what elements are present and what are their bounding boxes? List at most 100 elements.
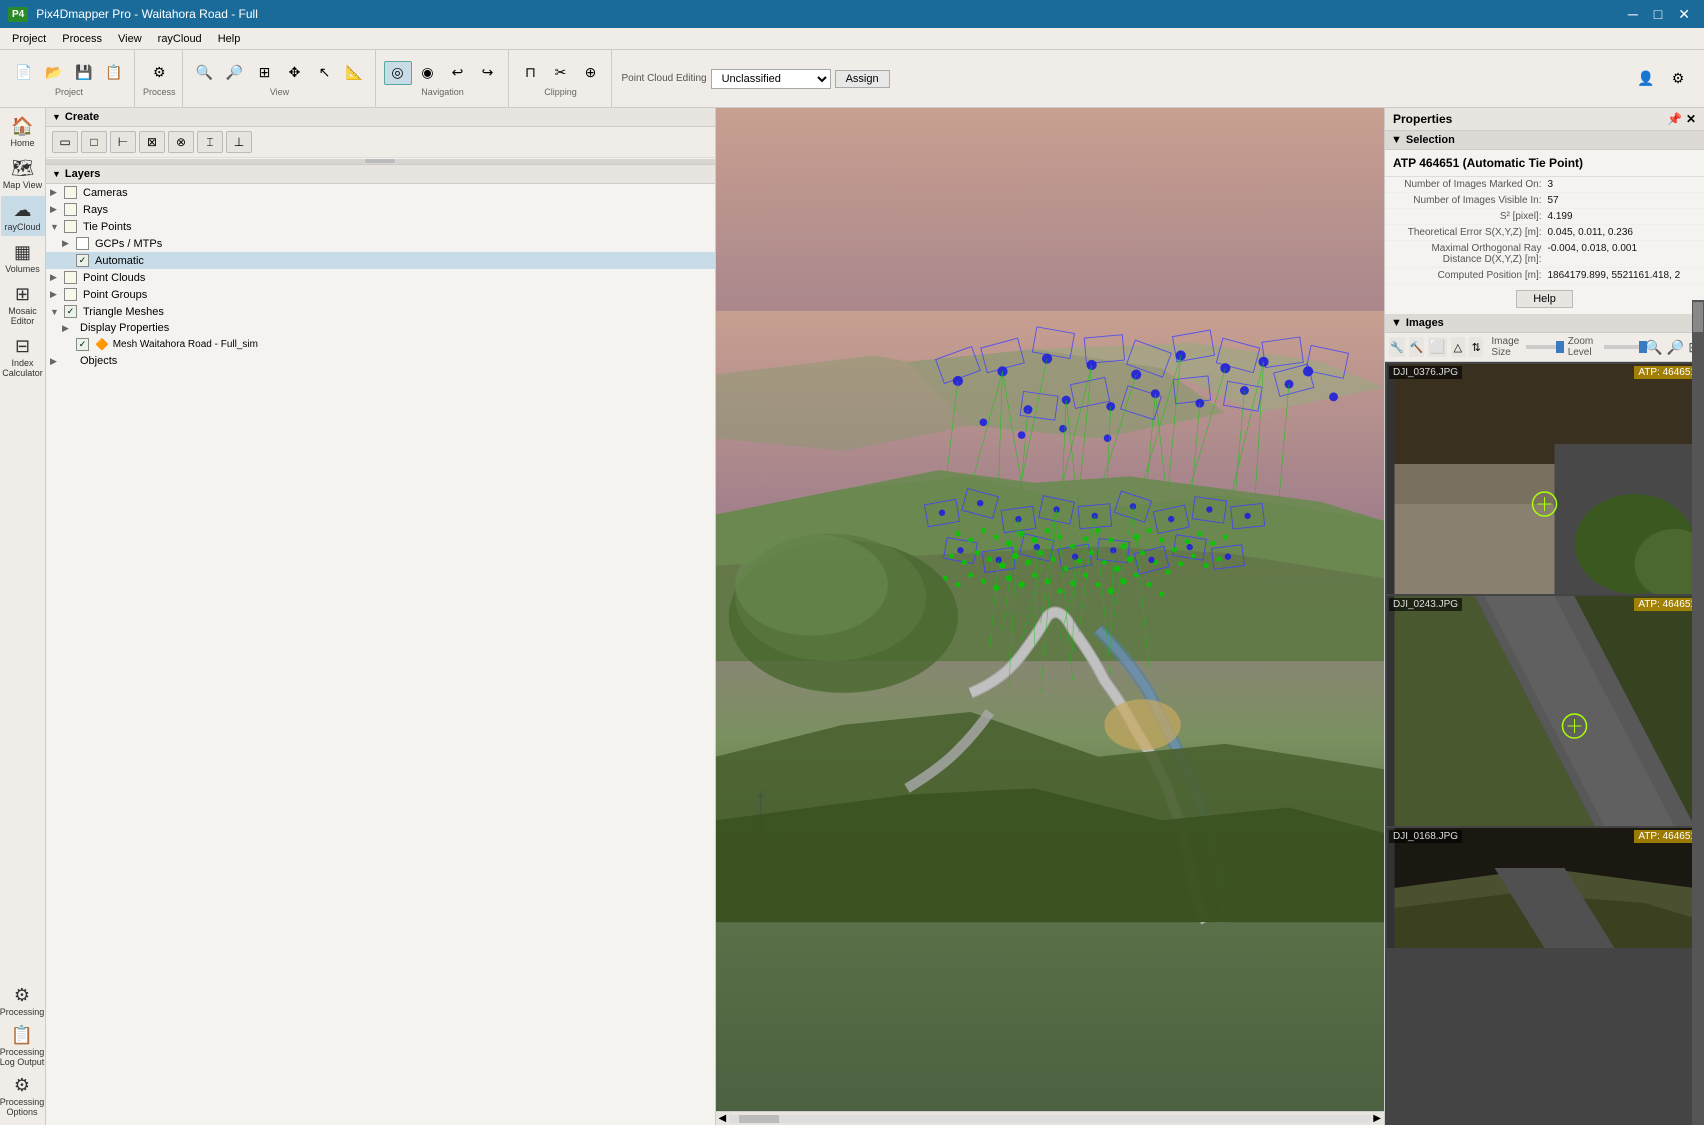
- process-button[interactable]: ⚙: [145, 61, 173, 85]
- classification-dropdown[interactable]: Unclassified Ground Building Vegetation …: [711, 69, 831, 89]
- help-button[interactable]: Help: [1516, 290, 1573, 308]
- menu-process[interactable]: Process: [54, 31, 110, 47]
- assign-button[interactable]: Assign: [835, 70, 890, 88]
- select-button[interactable]: ↖: [311, 61, 339, 85]
- menu-view[interactable]: View: [110, 31, 150, 47]
- gcps-expand[interactable]: ▶: [62, 238, 74, 249]
- layer-tie-points[interactable]: ▼ Tie Points: [46, 218, 715, 235]
- scroll-left-btn[interactable]: ◀: [716, 1113, 730, 1124]
- nav1-button[interactable]: ◎: [384, 61, 412, 85]
- clip3-button[interactable]: ⊕: [577, 61, 605, 85]
- nav4-button[interactable]: ↪: [474, 61, 502, 85]
- rays-checkbox[interactable]: [64, 203, 77, 216]
- triangle-meshes-checkbox[interactable]: ✓: [64, 305, 77, 318]
- layer-display-properties[interactable]: ▶ Display Properties: [46, 320, 715, 336]
- layer-triangle-meshes[interactable]: ▼ ✓ Triangle Meshes: [46, 303, 715, 320]
- zoom-in-img-btn[interactable]: 🔍: [1645, 339, 1662, 356]
- settings-icon-button[interactable]: ⚙: [1664, 67, 1692, 91]
- zoom-level-slider[interactable]: [1604, 345, 1641, 349]
- create-btn-7[interactable]: ⊥: [226, 131, 252, 153]
- create-btn-5[interactable]: ⊗: [168, 131, 194, 153]
- close-btn[interactable]: ✕: [1672, 6, 1696, 23]
- img-tool-5[interactable]: ⇅: [1469, 337, 1483, 357]
- sidebar-item-mapview[interactable]: 🗺 Map View: [1, 154, 45, 194]
- clip2-button[interactable]: ✂: [547, 61, 575, 85]
- image-size-slider[interactable]: [1526, 345, 1563, 349]
- img-tool-1[interactable]: 🔧: [1389, 337, 1405, 357]
- objects-expand[interactable]: ▶: [50, 356, 62, 367]
- layer-objects[interactable]: ▶ Objects: [46, 353, 715, 369]
- point-clouds-checkbox[interactable]: [64, 271, 77, 284]
- zoom-in-button[interactable]: 🔍: [191, 61, 219, 85]
- image-thumbnail-3[interactable]: DJI_0168.JPG ATP: 464651: [1387, 828, 1702, 948]
- create-btn-6[interactable]: ⌶: [197, 131, 223, 153]
- point-groups-checkbox[interactable]: [64, 288, 77, 301]
- maximize-btn[interactable]: □: [1648, 6, 1668, 23]
- open-button[interactable]: 📂: [40, 61, 68, 85]
- viewport-3d[interactable]: Z X Y ◀ ▶: [716, 108, 1385, 1125]
- layer-point-clouds[interactable]: ▶ Point Clouds: [46, 269, 715, 286]
- sidebar-item-home[interactable]: 🏠 Home: [1, 112, 45, 152]
- image-thumbnail-1[interactable]: DJI_0376.JPG ATP: 464651: [1387, 364, 1702, 594]
- automatic-checkbox[interactable]: ✓: [76, 254, 89, 267]
- point-clouds-expand[interactable]: ▶: [50, 272, 62, 283]
- image-thumbnail-2[interactable]: DJI_0243.JPG ATP: 464651: [1387, 596, 1702, 826]
- measure-button[interactable]: 📐: [341, 61, 369, 85]
- create-btn-2[interactable]: □: [81, 131, 107, 153]
- zoom-out-img-btn[interactable]: 🔎: [1667, 339, 1684, 356]
- image-size-thumb[interactable]: [1556, 341, 1564, 353]
- nav2-button[interactable]: ◉: [414, 61, 442, 85]
- create-btn-4[interactable]: ⊠: [139, 131, 165, 153]
- fit-button[interactable]: ⊞: [251, 61, 279, 85]
- layer-cameras[interactable]: ▶ Cameras: [46, 184, 715, 201]
- display-properties-expand[interactable]: ▶: [62, 323, 74, 334]
- img-tool-4[interactable]: △: [1451, 337, 1465, 357]
- layer-point-groups[interactable]: ▶ Point Groups: [46, 286, 715, 303]
- sidebar-item-options[interactable]: ⚙ Processing Options: [0, 1071, 44, 1121]
- tie-points-expand[interactable]: ▼: [50, 222, 62, 232]
- new-button[interactable]: 📄: [10, 61, 38, 85]
- mesh-checkbox[interactable]: ✓: [76, 338, 89, 351]
- sidebar-item-volumes[interactable]: ▦ Volumes: [1, 238, 45, 278]
- selection-section-header[interactable]: ▼ Selection: [1385, 131, 1704, 150]
- sidebar-item-log[interactable]: 📋 Processing Log Output: [0, 1021, 44, 1071]
- create-btn-1[interactable]: ▭: [52, 131, 78, 153]
- create-header[interactable]: ▼ Create: [46, 108, 715, 127]
- sidebar-item-mosaic[interactable]: ⊞ Mosaic Editor: [1, 280, 45, 330]
- zoom-out-button[interactable]: 🔎: [221, 61, 249, 85]
- pan-button[interactable]: ✥: [281, 61, 309, 85]
- menu-raycloud[interactable]: rayCloud: [150, 31, 210, 47]
- img-tool-2[interactable]: 🔨: [1409, 337, 1425, 357]
- layer-gcps[interactable]: ▶ GCPs / MTPs: [46, 235, 715, 252]
- cameras-checkbox[interactable]: [64, 186, 77, 199]
- properties-pin-btn[interactable]: 📌: [1667, 112, 1682, 126]
- images-section-header[interactable]: ▼ Images: [1385, 314, 1704, 333]
- layer-automatic[interactable]: ▶ ✓ Automatic: [46, 252, 715, 269]
- menu-project[interactable]: Project: [4, 31, 54, 47]
- create-btn-3[interactable]: ⊢: [110, 131, 136, 153]
- gcps-checkbox[interactable]: [76, 237, 89, 250]
- user-button[interactable]: 👤: [1632, 67, 1660, 91]
- save-button[interactable]: 💾: [70, 61, 98, 85]
- triangle-meshes-expand[interactable]: ▼: [50, 307, 62, 317]
- minimize-btn[interactable]: ─: [1622, 6, 1644, 23]
- img-tool-3[interactable]: ⬜: [1428, 337, 1446, 357]
- layer-mesh-file[interactable]: ▶ ✓ 🔶 Mesh Waitahora Road - Full_sim: [46, 336, 715, 353]
- scroll-thumb[interactable]: [739, 1115, 779, 1123]
- sidebar-item-index[interactable]: ⊟ Index Calculator: [1, 332, 45, 382]
- cameras-expand[interactable]: ▶: [50, 187, 62, 198]
- point-groups-expand[interactable]: ▶: [50, 289, 62, 300]
- nav3-button[interactable]: ↩: [444, 61, 472, 85]
- zoom-level-thumb[interactable]: [1639, 341, 1647, 353]
- sidebar-item-processing[interactable]: ⚙ Processing: [0, 981, 44, 1021]
- properties-close-btn[interactable]: ✕: [1686, 112, 1696, 126]
- layer-rays[interactable]: ▶ Rays: [46, 201, 715, 218]
- scroll-right-btn[interactable]: ▶: [1370, 1113, 1384, 1124]
- tie-points-checkbox[interactable]: [64, 220, 77, 233]
- viewport-scrollbar[interactable]: ◀ ▶: [716, 1111, 1385, 1125]
- layers-header[interactable]: ▼ Layers: [46, 165, 715, 184]
- images-scrollbar[interactable]: [1692, 300, 1704, 1125]
- images-scroll-thumb[interactable]: [1693, 302, 1703, 332]
- rays-expand[interactable]: ▶: [50, 204, 62, 215]
- sidebar-item-raycloud[interactable]: ☁ rayCloud: [1, 196, 45, 236]
